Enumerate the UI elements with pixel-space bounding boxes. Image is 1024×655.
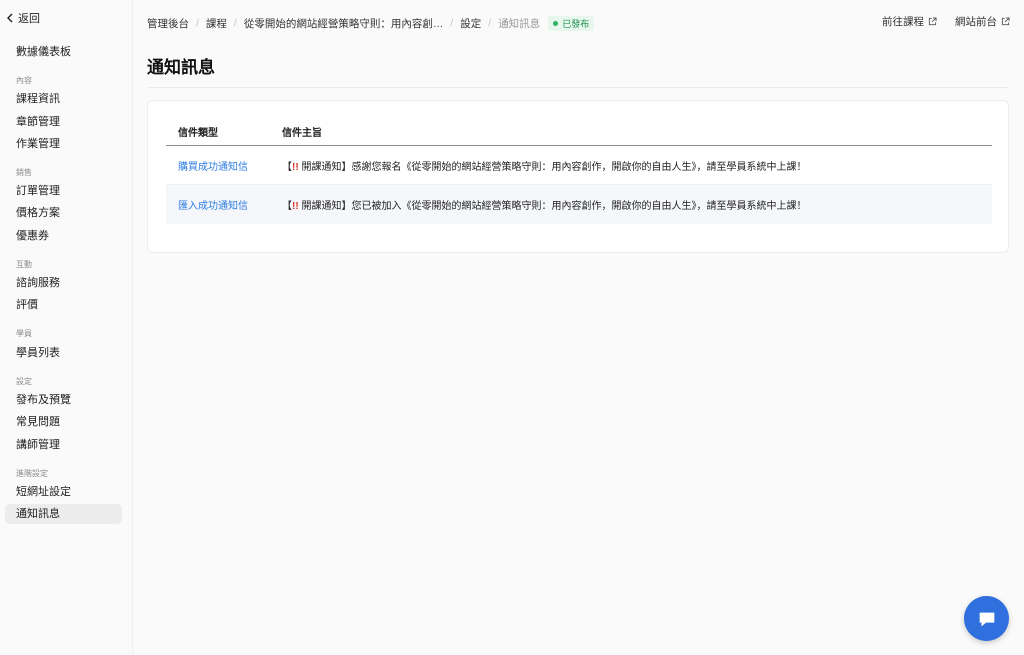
sidebar: 返回 數據儀表板 內容 課程資訊 章節管理 作業管理 銷售 訂單管理 價格方案 …: [0, 0, 133, 655]
breadcrumb-separator: /: [450, 17, 454, 29]
subject-text: 開課通知】感謝您報名《從零開始的網站經營策略守則：用內容創作，開啟你的自由人生》…: [298, 161, 807, 173]
email-subject: 【!! 開課通知】您已被加入《從零開始的網站經營策略守則：用內容創作，開啟你的自…: [282, 197, 992, 212]
sidebar-item-reviews[interactable]: 評價: [5, 295, 122, 315]
status-badge: 已發布: [548, 15, 595, 31]
sidebar-item-consulting[interactable]: 諮詢服務: [5, 273, 122, 293]
sidebar-item-faq[interactable]: 常見問題: [5, 412, 122, 432]
breadcrumb-separator: /: [488, 17, 492, 29]
sidebar-group-settings: 設定: [16, 377, 32, 386]
table-row: 購買成功通知信 【!! 開課通知】感謝您報名《從零開始的網站經營策略守則：用內容…: [166, 146, 992, 185]
subject-text: 開課通知】您已被加入《從零開始的網站經營策略守則：用內容創作，開啟你的自由人生》…: [298, 201, 807, 212]
external-link-icon: [928, 17, 937, 26]
chat-bubble-icon: [979, 612, 994, 626]
notification-table: 信件類型 信件主旨 購買成功通知信 【!! 開課通知】感謝您報名《從零開始的網站…: [166, 117, 992, 224]
sidebar-group-sales: 銷售: [16, 168, 32, 177]
breadcrumb-current: 通知訊息: [498, 17, 541, 30]
sidebar-item-instructors[interactable]: 講師管理: [5, 435, 122, 455]
go-to-course-link[interactable]: 前往課程: [882, 14, 937, 29]
sidebar-group-content: 內容: [16, 76, 32, 85]
sidebar-item-coupons[interactable]: 優惠券: [5, 226, 122, 246]
email-type-link[interactable]: 購買成功通知信: [178, 162, 248, 173]
exclamation-icon: !!: [292, 201, 299, 212]
site-frontend-link[interactable]: 網站前台: [955, 14, 1010, 29]
sidebar-group-interaction: 互動: [16, 260, 32, 269]
back-label: 返回: [18, 13, 40, 25]
column-header-subject: 信件主旨: [282, 127, 322, 139]
breadcrumb-separator: /: [233, 17, 237, 29]
column-header-type: 信件類型: [178, 127, 218, 139]
sidebar-item-course-info[interactable]: 課程資訊: [5, 89, 122, 109]
topbar: 管理後台 / 課程 / 從零開始的網站經營策略守則：用內容創… / 設定 / 通…: [147, 14, 1010, 32]
table-header: 信件類型 信件主旨: [166, 117, 992, 146]
breadcrumb-separator: /: [196, 17, 199, 29]
subject-bracket: 【: [282, 201, 292, 212]
divider: [147, 87, 1009, 88]
sidebar-item-short-url[interactable]: 短網址設定: [5, 482, 122, 502]
email-subject: 【!! 開課通知】感謝您報名《從零開始的網站經營策略守則：用內容創作，開啟你的自…: [282, 158, 992, 173]
page-title: 通知訊息: [147, 58, 215, 77]
status-label: 已發布: [562, 18, 590, 29]
sidebar-item-dashboard[interactable]: 數據儀表板: [5, 42, 122, 62]
back-button[interactable]: 返回: [5, 10, 40, 26]
sidebar-item-chapters[interactable]: 章節管理: [5, 112, 122, 132]
exclamation-icon: !!: [292, 161, 299, 173]
subject-bracket: 【: [282, 161, 292, 173]
sidebar-item-student-list[interactable]: 學員列表: [5, 343, 122, 363]
notification-card: 信件類型 信件主旨 購買成功通知信 【!! 開課通知】感謝您報名《從零開始的網站…: [147, 100, 1009, 253]
status-dot-icon: [553, 20, 559, 26]
go-to-course-label: 前往課程: [882, 16, 924, 28]
email-type-link[interactable]: 匯入成功通知信: [178, 201, 248, 212]
header-links: 前往課程 網站前台: [882, 14, 1010, 29]
chevron-left-icon: [7, 13, 13, 23]
chat-button[interactable]: [964, 596, 1009, 641]
site-frontend-label: 網站前台: [955, 16, 997, 28]
breadcrumb-settings[interactable]: 設定: [460, 16, 481, 31]
external-link-icon: [1001, 17, 1010, 26]
sidebar-item-orders[interactable]: 訂單管理: [5, 181, 122, 201]
sidebar-item-assignments[interactable]: 作業管理: [5, 134, 122, 154]
sidebar-item-pricing[interactable]: 價格方案: [5, 203, 122, 223]
sidebar-group-students: 學員: [16, 329, 32, 338]
breadcrumb-courses[interactable]: 課程: [206, 16, 227, 31]
sidebar-group-advanced: 進階設定: [16, 469, 48, 478]
breadcrumb-course-title[interactable]: 從零開始的網站經營策略守則：用內容創…: [244, 16, 444, 31]
sidebar-item-notifications[interactable]: 通知訊息: [5, 504, 122, 524]
breadcrumb-admin[interactable]: 管理後台: [147, 16, 189, 31]
table-row: 匯入成功通知信 【!! 開課通知】您已被加入《從零開始的網站經營策略守則：用內容…: [166, 185, 992, 224]
sidebar-item-publish[interactable]: 發布及預覽: [5, 390, 122, 410]
